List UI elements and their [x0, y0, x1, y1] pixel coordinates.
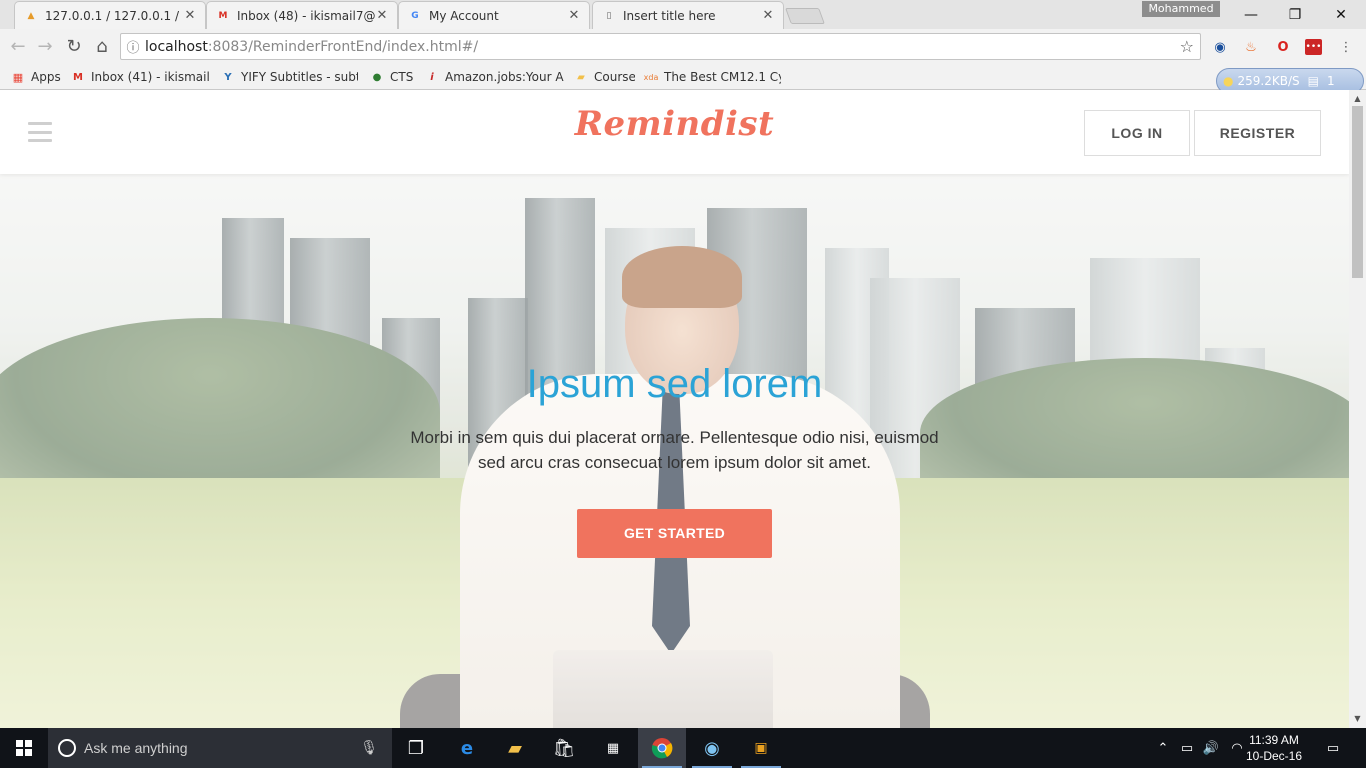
tab-phpmyadmin[interactable]: ▲ 127.0.0.1 / 127.0.0.1 / col ✕ [14, 1, 206, 29]
bookmarks-bar: ▦ Apps M Inbox (41) - ikismail7@ Y YIFY … [0, 64, 1366, 90]
extension-globe-icon[interactable]: ◉ [1210, 37, 1230, 57]
page-scrollbar[interactable]: ▲ ▼ [1349, 90, 1366, 728]
get-started-button[interactable]: GET STARTED [577, 509, 772, 558]
browser-tab-strip: ▲ 127.0.0.1 / 127.0.0.1 / col ✕ M Inbox … [0, 0, 1366, 29]
close-tab-icon[interactable]: ✕ [761, 8, 775, 23]
document-icon: ▤ [1307, 74, 1319, 88]
back-arrow-icon[interactable]: ← [6, 34, 30, 58]
register-button[interactable]: REGISTER [1194, 110, 1321, 156]
info-i-icon: i [430, 71, 434, 83]
calendar-app-icon[interactable]: ▦ [589, 728, 637, 768]
close-tab-icon[interactable]: ✕ [567, 8, 581, 23]
url-host: localhost [145, 38, 208, 55]
tray-chevron-up-icon[interactable]: ⌃ [1154, 728, 1172, 768]
battery-icon[interactable]: ▭ [1176, 728, 1198, 768]
browser-toolbar: ← → ↻ ⌂ ⓘ localhost :8083/ReminderFrontE… [0, 29, 1366, 64]
hero-description: Morbi in sem quis dui placerat ornare. P… [410, 428, 939, 472]
hero-content: Ipsum sed lorem Morbi in sem quis dui pl… [0, 362, 1349, 558]
globe-app-icon[interactable]: ◉ [688, 728, 736, 768]
info-icon[interactable]: ⓘ [121, 37, 145, 56]
globe-icon: ● [372, 71, 382, 83]
close-tab-icon[interactable]: ✕ [375, 8, 389, 23]
gmail-icon: M [73, 71, 83, 83]
hero-title: Ipsum sed lorem [526, 362, 823, 406]
profile-button[interactable]: Mohammed [1142, 1, 1220, 17]
google-icon: G [411, 10, 419, 21]
bookmark-inbox[interactable]: M Inbox (41) - ikismail7@ [70, 67, 210, 87]
task-view-icon[interactable]: ❐ [392, 728, 440, 768]
windows-taskbar: Ask me anything 🎙 ❐ e ▰ 🛍 ▦ ◉ ▣ ⌃ ▭ 🔊 ◠ … [0, 728, 1366, 768]
cortana-icon [58, 739, 76, 757]
bookmark-course[interactable]: ▰ Course [573, 67, 635, 87]
scroll-up-icon[interactable]: ▲ [1349, 92, 1366, 106]
hero-section: Ipsum sed lorem Morbi in sem quis dui pl… [0, 174, 1349, 728]
page-viewport: Remindist LOG IN REGISTER Ipsum sed lore… [0, 90, 1349, 728]
system-clock[interactable]: 11:39 AM 10-Dec-16 [1244, 732, 1304, 764]
notification-center-icon[interactable]: ▭ [1318, 728, 1348, 768]
close-tab-icon[interactable]: ✕ [183, 8, 197, 23]
login-button[interactable]: LOG IN [1084, 110, 1190, 156]
tab-insert-title[interactable]: ▯ Insert title here ✕ [592, 1, 784, 29]
scroll-down-icon[interactable]: ▼ [1349, 712, 1366, 726]
gmail-icon: M [218, 10, 228, 21]
chrome-icon[interactable] [638, 728, 686, 768]
bookmark-cts[interactable]: ● CTS [369, 67, 417, 87]
scroll-thumb[interactable] [1352, 106, 1363, 278]
minimize-icon[interactable]: — [1228, 0, 1274, 29]
bookmark-amazon-jobs[interactable]: i Amazon.jobs:Your Ap [424, 67, 564, 87]
game-app-icon[interactable]: ▣ [737, 728, 785, 768]
extension-dots-icon[interactable]: ••• [1305, 39, 1322, 55]
windows-start-icon[interactable] [0, 728, 48, 768]
page-icon: ▯ [606, 10, 612, 21]
bookmark-star-icon[interactable]: ☆ [1180, 37, 1194, 56]
close-window-icon[interactable]: ✕ [1318, 0, 1364, 29]
microphone-icon[interactable]: 🎙 [360, 740, 378, 756]
bookmark-cm12[interactable]: xda The Best CM12.1 Cyan [643, 67, 781, 87]
tab-my-account[interactable]: G My Account ✕ [398, 1, 590, 29]
chrome-menu-icon[interactable]: ⋮ [1336, 37, 1356, 57]
volume-icon[interactable]: 🔊 [1200, 728, 1222, 768]
extension-fire-icon[interactable]: ♨ [1241, 37, 1261, 57]
apps-grid-icon: ▦ [12, 70, 24, 84]
yify-icon: Y [224, 71, 232, 83]
forward-arrow-icon[interactable]: → [33, 34, 57, 58]
tab-inbox[interactable]: M Inbox (48) - ikismail7@gr ✕ [206, 1, 398, 29]
home-icon[interactable]: ⌂ [90, 34, 114, 58]
store-icon[interactable]: 🛍 [540, 728, 588, 768]
bookmark-yify[interactable]: Y YIFY Subtitles - subtitl [220, 67, 358, 87]
edge-icon[interactable]: e [443, 728, 491, 768]
speed-icon: ● [1223, 74, 1234, 88]
address-bar[interactable]: ⓘ localhost :8083/ReminderFrontEnd/index… [120, 33, 1201, 60]
xda-icon: xda [643, 72, 659, 82]
url-path: :8083/ReminderFrontEnd/index.html#/ [207, 38, 479, 55]
bookmark-apps[interactable]: ▦ Apps [10, 67, 64, 87]
restore-icon[interactable]: ❐ [1272, 0, 1318, 29]
opera-icon[interactable]: O [1273, 37, 1293, 57]
cortana-search-box[interactable]: Ask me anything 🎙 [48, 728, 392, 768]
new-tab-button[interactable] [785, 8, 825, 24]
site-header: Remindist LOG IN REGISTER [0, 90, 1349, 174]
file-explorer-icon[interactable]: ▰ [491, 728, 539, 768]
folder-icon: ▰ [577, 71, 585, 83]
reload-icon[interactable]: ↻ [62, 34, 86, 58]
phpmyadmin-icon: ▲ [27, 10, 35, 21]
